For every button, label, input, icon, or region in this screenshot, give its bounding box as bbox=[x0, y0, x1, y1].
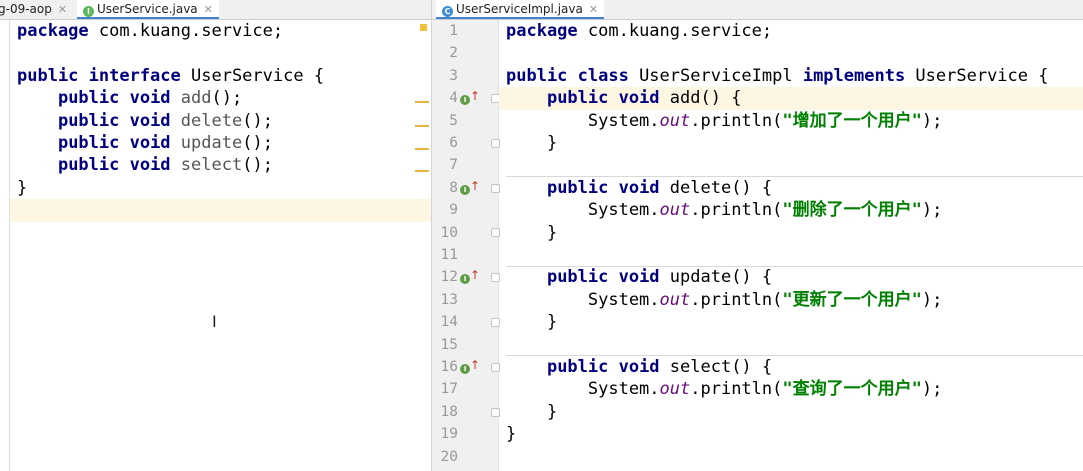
left-editor-pane[interactable]: g-09-aop ✕ I UserService.java ✕ package com… bbox=[0, 0, 431, 471]
fold-icon[interactable] bbox=[491, 408, 500, 417]
method-separator bbox=[506, 176, 1083, 177]
code-line-14: } bbox=[506, 312, 558, 333]
warning-stripe-icon[interactable] bbox=[420, 24, 427, 31]
code-line-5: System.out.println("增加了一个用户"); bbox=[506, 110, 943, 131]
line-number: 10 bbox=[440, 224, 458, 241]
code-line-3: public class UserServiceImpl implements … bbox=[506, 65, 1049, 86]
line-number: 5 bbox=[449, 112, 458, 129]
code-line-8: } bbox=[17, 177, 28, 198]
current-line-highlight bbox=[10, 199, 431, 222]
fold-icon[interactable] bbox=[491, 184, 500, 193]
line-number: 8 bbox=[449, 179, 458, 196]
code-line-18: } bbox=[506, 401, 558, 422]
code-line-5: public void delete(); bbox=[57, 110, 273, 131]
line-number: 6 bbox=[449, 135, 458, 151]
code-line-19: } bbox=[506, 424, 517, 445]
tab-userserviceimpl[interactable]: C UserServiceImpl.java ✕ bbox=[436, 0, 605, 19]
line-number: 18 bbox=[440, 403, 458, 420]
implements-method-icon[interactable]: I ↑ bbox=[460, 268, 480, 285]
implements-method-icon[interactable]: I ↑ bbox=[460, 179, 480, 196]
line-number: 20 bbox=[440, 448, 458, 465]
fold-icon[interactable] bbox=[491, 363, 500, 372]
line-number: 13 bbox=[440, 291, 458, 308]
code-line-6: } bbox=[506, 133, 558, 153]
close-icon[interactable]: ✕ bbox=[589, 3, 598, 16]
error-stripe-mark[interactable] bbox=[415, 148, 429, 150]
line-number: 17 bbox=[440, 381, 458, 398]
code-line-9: System.out.println("删除了一个用户"); bbox=[506, 200, 943, 221]
code-line-4: public void add(); bbox=[57, 88, 243, 109]
tab-userservice-label: UserService.java bbox=[97, 2, 198, 16]
error-stripe-mark[interactable] bbox=[415, 101, 429, 103]
fold-icon[interactable] bbox=[491, 273, 500, 282]
text-cursor-icon: I bbox=[212, 312, 217, 331]
left-code-area[interactable]: package com.kuang.service; public interf… bbox=[0, 20, 431, 471]
line-number: 15 bbox=[440, 336, 458, 353]
fold-icon[interactable] bbox=[491, 228, 500, 237]
line-number: 3 bbox=[449, 67, 458, 84]
line-number: 19 bbox=[440, 426, 458, 443]
fold-icon[interactable] bbox=[491, 139, 500, 148]
class-icon: C bbox=[442, 6, 453, 17]
line-number: 14 bbox=[440, 314, 458, 331]
error-stripe-mark[interactable] bbox=[415, 170, 429, 172]
code-line-13: System.out.println("更新了一个用户"); bbox=[506, 289, 943, 310]
line-number: 9 bbox=[449, 202, 458, 219]
code-line-16: public void select() { bbox=[546, 357, 773, 377]
line-number: 4 bbox=[449, 90, 458, 107]
line-number: 11 bbox=[440, 247, 458, 263]
method-separator bbox=[506, 266, 1083, 267]
right-code-area[interactable]: package com.kuang.service; public class … bbox=[499, 20, 1083, 471]
tab-userserviceimpl-label: UserServiceImpl.java bbox=[456, 2, 583, 16]
error-stripe-mark[interactable] bbox=[415, 125, 429, 127]
code-line-12: public void update() { bbox=[546, 267, 773, 288]
tab-userservice[interactable]: I UserService.java ✕ bbox=[77, 0, 219, 19]
tab-module[interactable]: g-09-aop ✕ bbox=[0, 0, 73, 19]
fold-icon[interactable] bbox=[491, 318, 500, 327]
code-line-8: public void delete() { bbox=[546, 177, 773, 198]
code-line-1: package com.kuang.service; bbox=[506, 21, 773, 41]
right-tab-bar: C UserServiceImpl.java ✕ bbox=[432, 0, 1083, 20]
line-number: 1 bbox=[449, 23, 458, 39]
code-line-6: public void update(); bbox=[57, 133, 273, 153]
code-line-3: public interface UserService { bbox=[17, 65, 325, 86]
line-number: 7 bbox=[449, 157, 458, 174]
left-tab-bar: g-09-aop ✕ I UserService.java ✕ bbox=[0, 0, 431, 20]
close-icon[interactable]: ✕ bbox=[204, 3, 213, 16]
line-number: 12 bbox=[440, 269, 458, 286]
implements-method-icon[interactable]: I ↑ bbox=[460, 89, 480, 106]
code-line-10: } bbox=[506, 222, 558, 243]
interface-icon: I bbox=[83, 6, 94, 17]
implements-method-icon[interactable]: I ↑ bbox=[460, 358, 480, 375]
tab-module-label: g-09-aop bbox=[0, 2, 52, 16]
code-line-17: System.out.println("查询了一个用户"); bbox=[506, 379, 943, 400]
line-number: 2 bbox=[449, 45, 458, 62]
code-line-1: package com.kuang.service; bbox=[17, 21, 284, 41]
code-line-7: public void select(); bbox=[57, 155, 273, 176]
code-line-4: public void add() { bbox=[546, 88, 742, 109]
line-number: 16 bbox=[440, 359, 458, 375]
method-separator bbox=[506, 355, 1083, 356]
line-number-gutter[interactable]: 1 2 3 4 5 6 7 8 9 10 11 12 13 14 15 16 1… bbox=[432, 20, 500, 471]
right-editor-pane[interactable]: C UserServiceImpl.java ✕ 1 2 3 4 5 6 7 8 9… bbox=[431, 0, 1083, 471]
close-icon[interactable]: ✕ bbox=[58, 3, 67, 16]
